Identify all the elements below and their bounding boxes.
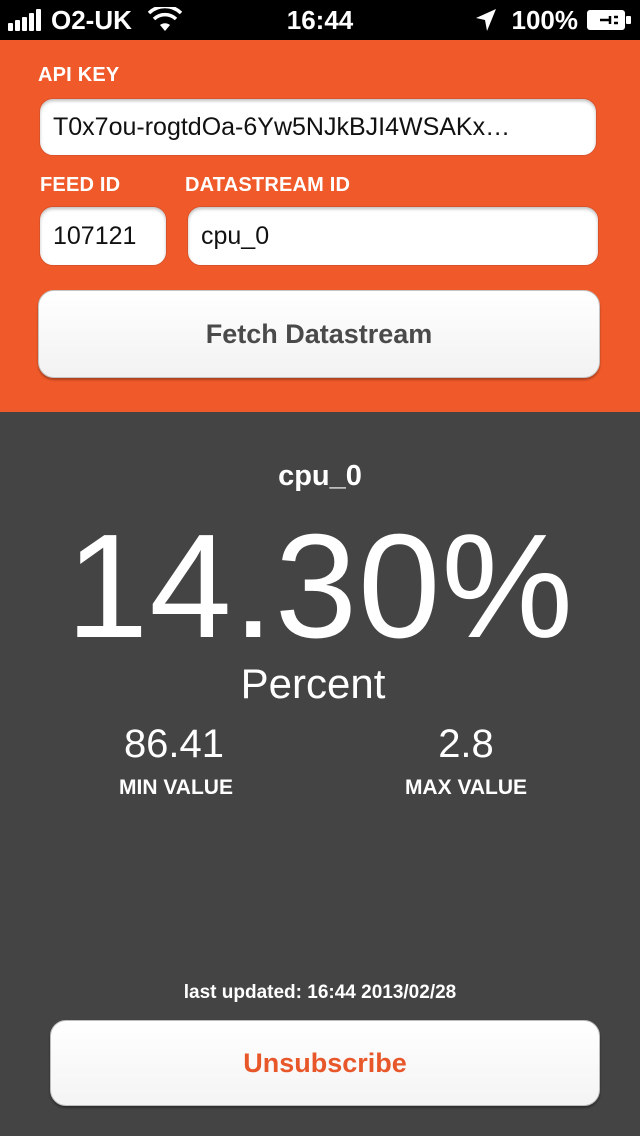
datastream-id-label: DATASTREAM ID <box>185 174 351 196</box>
api-key-field[interactable]: T0x7ou-rogtdOa-6Yw5NJkBJI4WSAKx… <box>39 98 597 156</box>
config-panel: API KEY T0x7ou-rogtdOa-6Yw5NJkBJI4WSAKx…… <box>0 40 640 412</box>
max-value-label: MAX VALUE <box>404 776 528 799</box>
last-updated-text: last updated: 16:44 2013/02/28 <box>183 982 457 1003</box>
unsubscribe-button[interactable]: Unsubscribe <box>50 1020 600 1106</box>
feed-id-field[interactable]: 107121 <box>39 206 167 266</box>
feed-id-label: FEED ID <box>40 174 121 196</box>
current-value: 14.30% <box>66 504 574 669</box>
location-icon <box>475 9 496 31</box>
min-value: 86.41 <box>123 722 225 766</box>
max-value: 2.8 <box>438 722 494 766</box>
battery-icon <box>587 10 631 30</box>
battery-percent: 100% <box>511 5 579 35</box>
datastream-id-field[interactable]: cpu_0 <box>187 206 599 266</box>
unit-label: Percent <box>240 660 386 707</box>
status-bar: O2-UK 16:44 100% <box>0 0 640 40</box>
api-key-label: API KEY <box>38 64 120 86</box>
datastream-name: cpu_0 <box>278 460 362 492</box>
status-bar-right: 100% <box>474 5 633 35</box>
fetch-datastream-button[interactable]: Fetch Datastream <box>38 290 600 378</box>
min-value-label: MIN VALUE <box>119 776 233 799</box>
datastream-display: cpu_0 14.30% Percent 86.41 MIN VALUE 2.8… <box>0 412 640 1136</box>
